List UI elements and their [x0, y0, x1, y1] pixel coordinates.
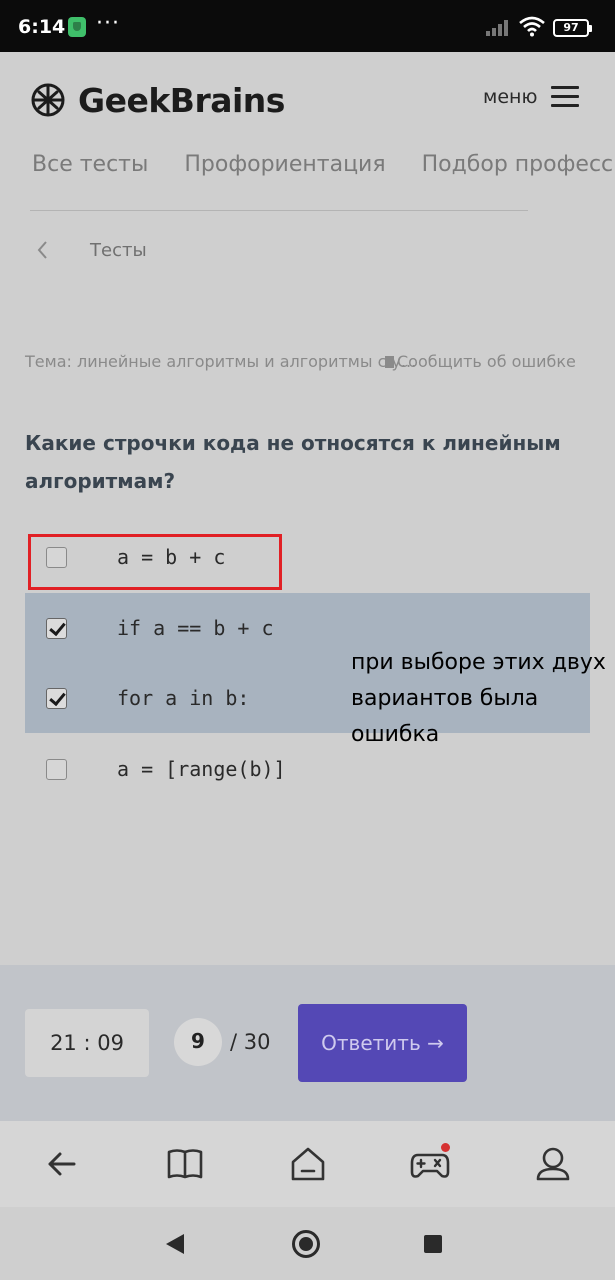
site-logo[interactable]: GeekBrains: [30, 80, 285, 120]
book-icon[interactable]: [165, 1144, 205, 1184]
topic-text: Тема: линейные алгоритмы и алгоритмы с у…: [25, 352, 417, 371]
more-notifications-icon: ···: [96, 11, 120, 36]
logo-text: GeekBrains: [78, 80, 285, 120]
answer-checkbox-2[interactable]: [46, 617, 67, 639]
system-home-icon[interactable]: [292, 1230, 320, 1258]
status-time: 6:14: [18, 16, 66, 38]
menu-label: меню: [483, 86, 538, 108]
battery-icon: 97: [553, 19, 592, 37]
flag-icon: [385, 356, 394, 368]
menu-button[interactable]: меню: [483, 86, 580, 108]
tabs-divider: [30, 210, 528, 211]
cell-signal-icon: [486, 20, 508, 36]
system-recents-icon[interactable]: [424, 1235, 442, 1253]
answer-checkbox-3[interactable]: [46, 687, 67, 709]
nav-tabs: Все тесты Профориентация Подбор профессии: [32, 152, 615, 184]
report-error-label: Сообщить об ошибке: [397, 352, 576, 371]
notification-dot: [441, 1143, 450, 1152]
annotation-red-box: [28, 534, 282, 590]
tab-career-guidance[interactable]: Профориентация: [184, 152, 385, 177]
home-icon[interactable]: [288, 1144, 328, 1184]
current-question-badge: 9: [174, 1018, 222, 1066]
geekbrains-logo-icon: [31, 83, 65, 117]
hamburger-icon: [551, 86, 580, 108]
tab-all-tests[interactable]: Все тесты: [32, 152, 148, 177]
shield-app-icon: [68, 17, 86, 37]
status-bar: 6:14 ··· 97: [0, 0, 615, 52]
wifi-icon: [519, 16, 545, 37]
system-back-icon[interactable]: [166, 1234, 184, 1254]
timer: 21 : 09: [25, 1009, 149, 1077]
annotation-note: при выборе этих двух вариантов была ошиб…: [351, 650, 606, 747]
answer-checkbox-4[interactable]: [46, 758, 67, 780]
answer-code-4: a = [range(b)]: [117, 757, 286, 781]
submit-answer-button[interactable]: Ответить →: [298, 1004, 467, 1082]
report-error-link[interactable]: Сообщить об ошибке: [385, 352, 576, 371]
question-text: Какие строчки кода не относятся к линейн…: [25, 431, 561, 493]
tab-profession-picker[interactable]: Подбор профессии: [422, 152, 615, 177]
back-arrow-icon[interactable]: [42, 1144, 82, 1184]
answer-code-2: if a == b + c: [117, 616, 274, 640]
breadcrumb-tests[interactable]: Тесты: [90, 240, 147, 261]
chevron-left-icon[interactable]: [34, 238, 52, 262]
question-total: / 30: [230, 1030, 271, 1054]
profile-icon[interactable]: [533, 1144, 573, 1184]
answer-code-3: for a in b:: [117, 686, 250, 710]
